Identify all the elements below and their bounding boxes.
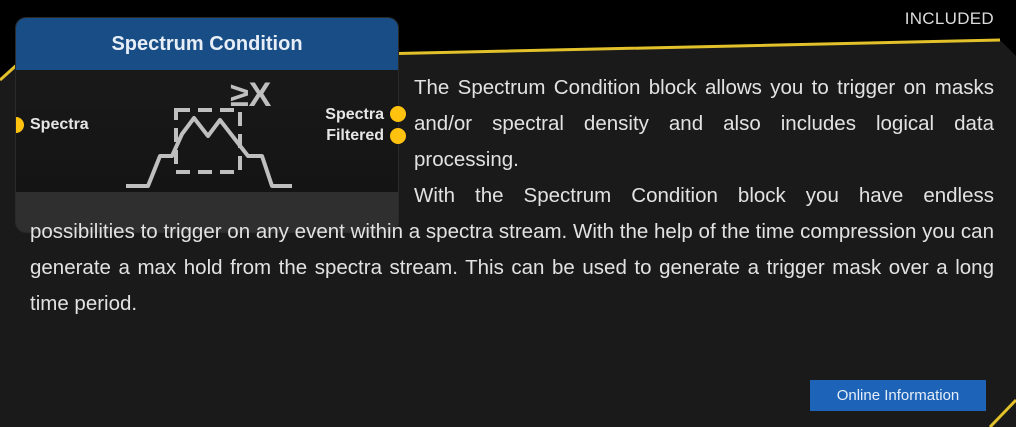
online-information-button[interactable]: Online Information — [810, 380, 986, 411]
included-badge: INCLUDED — [904, 9, 994, 28]
block-description: The Spectrum Condition block allows you … — [30, 70, 994, 322]
block-title: Spectrum Condition — [16, 18, 398, 70]
input-port-connector[interactable] — [16, 117, 24, 133]
